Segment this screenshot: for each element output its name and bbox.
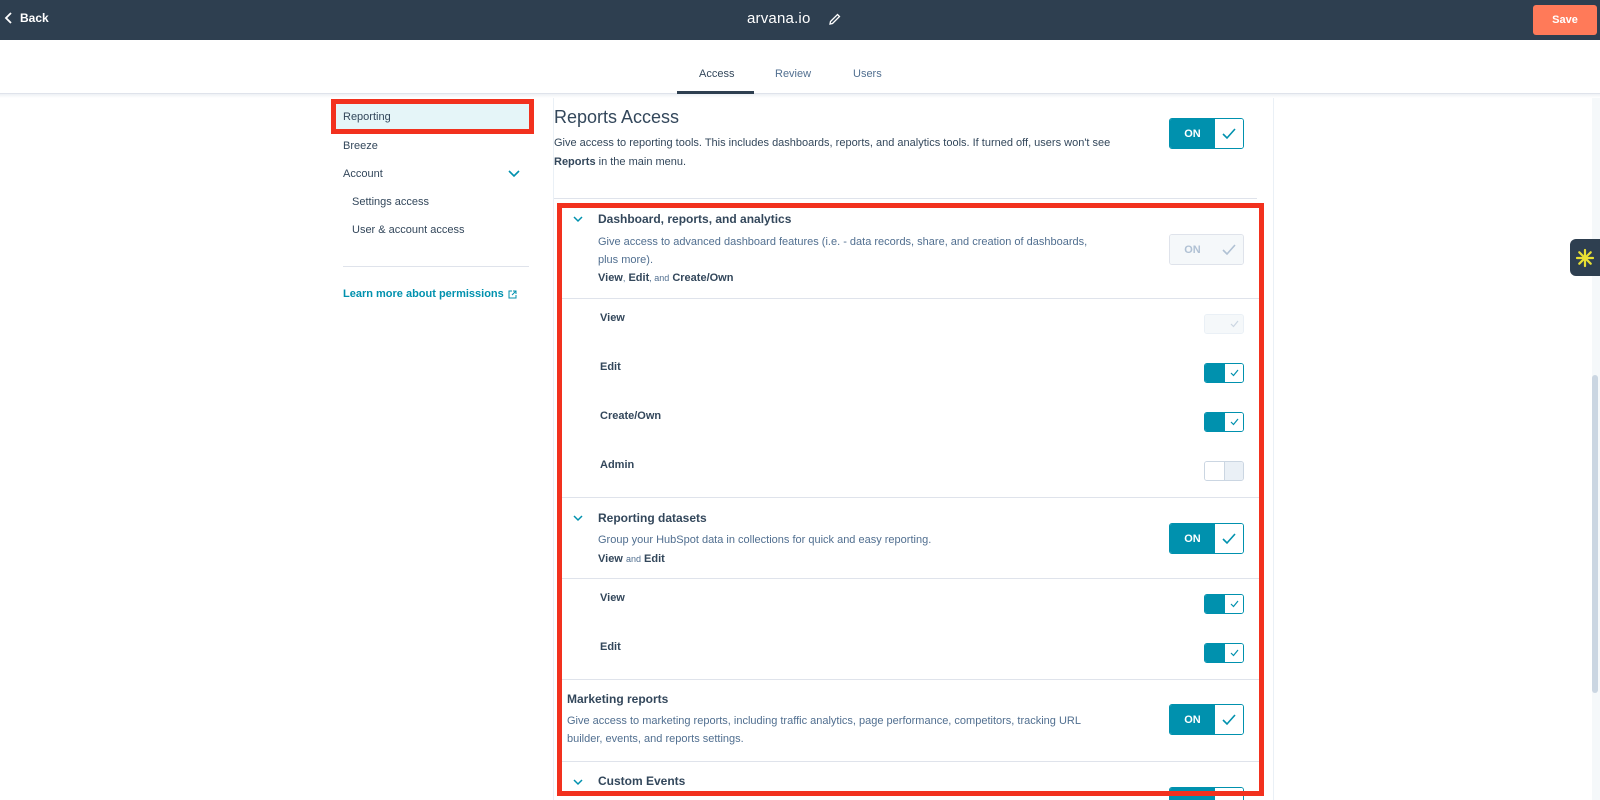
learn-more-label: Learn more about permissions [343, 288, 504, 300]
sidebar-divider [343, 266, 529, 267]
external-link-icon [508, 290, 517, 298]
tab-access[interactable]: Access [699, 68, 734, 80]
check-icon [1222, 127, 1236, 139]
save-button[interactable]: Save [1533, 5, 1597, 35]
panel-border-right [1273, 98, 1274, 800]
divider [554, 198, 1257, 199]
learn-more-link[interactable]: Learn more about permissions [343, 288, 517, 300]
page-title: arvana.io [747, 10, 811, 27]
desc-text-end: in the main menu. [598, 156, 687, 168]
reports-access-toggle[interactable]: ON [1169, 118, 1244, 149]
desc-text: Give access to reporting tools. This inc… [554, 137, 1111, 149]
chevron-down-icon[interactable] [508, 170, 520, 178]
panel-border-left [553, 98, 554, 800]
toggle-on-label: ON [1170, 119, 1215, 148]
sidebar-item-user-account-access[interactable]: User & account access [352, 224, 465, 236]
pencil-icon[interactable] [829, 13, 841, 25]
divider [0, 94, 1600, 98]
tab-bar: Access Review Users [0, 40, 1600, 94]
tab-users[interactable]: Users [853, 68, 882, 80]
scrollbar-thumb[interactable] [1592, 375, 1598, 693]
desc-bold: Reports [554, 156, 596, 168]
chevron-left-icon [4, 12, 12, 24]
sidebar-item-reporting[interactable]: Reporting [343, 111, 391, 123]
section-description: Give access to reporting tools. This inc… [554, 134, 1134, 172]
section-title: Reports Access [554, 107, 680, 127]
sparkle-icon [1575, 248, 1595, 267]
assistant-widget-button[interactable] [1570, 239, 1600, 276]
highlight-box [557, 203, 1264, 796]
sidebar-item-breeze[interactable]: Breeze [343, 140, 378, 152]
back-label: Back [20, 11, 49, 25]
sidebar-item-settings-access[interactable]: Settings access [352, 196, 429, 208]
sidebar-item-account[interactable]: Account [343, 168, 383, 180]
tab-review[interactable]: Review [775, 68, 811, 80]
back-button[interactable]: Back [4, 11, 49, 25]
top-bar: Back arvana.io Save [0, 0, 1600, 40]
